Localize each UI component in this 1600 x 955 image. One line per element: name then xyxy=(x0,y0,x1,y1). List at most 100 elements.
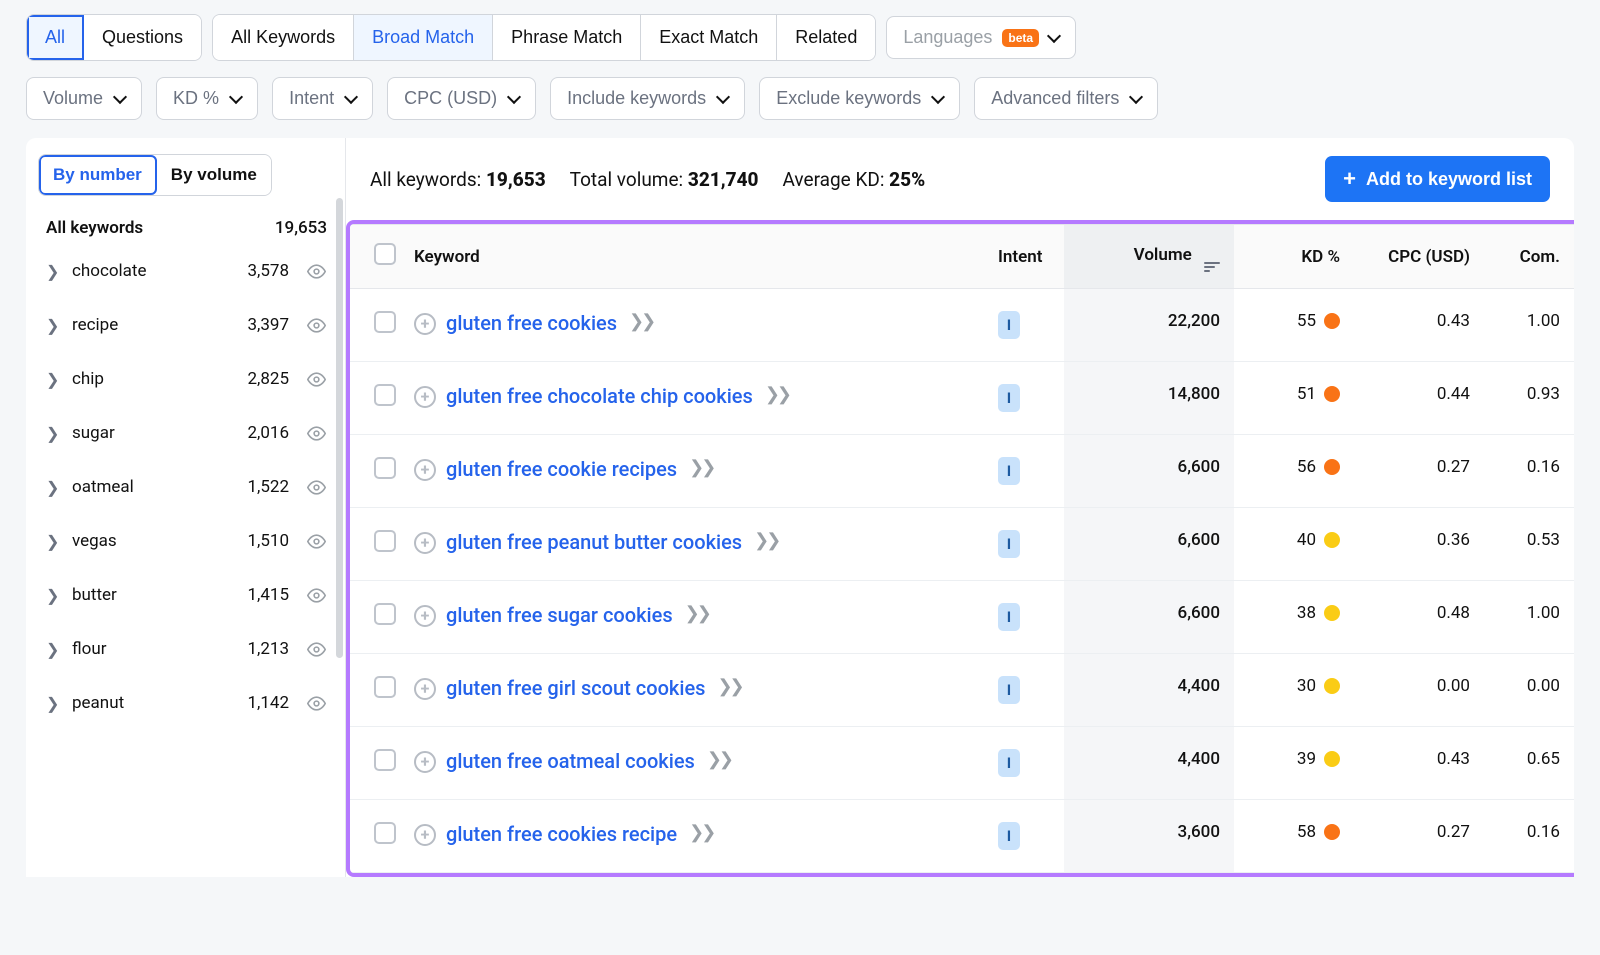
select-all-checkbox[interactable] xyxy=(374,243,396,265)
filter-exclude-keywords[interactable]: Exclude keywords xyxy=(759,77,960,120)
difficulty-dot-icon xyxy=(1324,386,1340,402)
filter-advanced-filters[interactable]: Advanced filters xyxy=(974,77,1158,120)
cpc-cell: 0.27 xyxy=(1354,435,1484,508)
chevron-right-icon: ❯ xyxy=(46,694,60,713)
sidebar-list: ❯chocolate3,578❯recipe3,397❯chip2,825❯su… xyxy=(38,244,335,730)
sidebar-term: flour xyxy=(72,639,235,659)
filter-include-keywords[interactable]: Include keywords xyxy=(550,77,745,120)
row-checkbox[interactable] xyxy=(374,457,396,479)
tab-exact-match[interactable]: Exact Match xyxy=(641,15,777,60)
expand-icon[interactable]: ❯❯ xyxy=(689,822,713,843)
add-keyword-icon[interactable]: + xyxy=(414,386,436,408)
filter-intent[interactable]: Intent xyxy=(272,77,373,120)
row-checkbox[interactable] xyxy=(374,676,396,698)
expand-icon[interactable]: ❯❯ xyxy=(629,311,653,332)
sidebar-header-count: 19,653 xyxy=(275,218,327,238)
table-row: +gluten free chocolate chip cookies❯❯I14… xyxy=(350,362,1574,435)
filter-kd-[interactable]: KD % xyxy=(156,77,258,120)
sidebar-item-peanut[interactable]: ❯peanut1,142 xyxy=(38,676,335,730)
sidebar-term: oatmeal xyxy=(72,477,235,497)
col-kd[interactable]: KD % xyxy=(1234,225,1354,289)
sort-desc-icon xyxy=(1204,262,1220,272)
kd-cell: 56 xyxy=(1297,457,1340,477)
add-keyword-icon[interactable]: + xyxy=(414,532,436,554)
tab-broad-match[interactable]: Broad Match xyxy=(354,15,493,60)
col-intent[interactable]: Intent xyxy=(984,225,1064,289)
add-keyword-icon[interactable]: + xyxy=(414,459,436,481)
com-cell: 0.93 xyxy=(1484,362,1574,435)
add-keyword-icon[interactable]: + xyxy=(414,313,436,335)
expand-icon[interactable]: ❯❯ xyxy=(717,676,741,697)
cpc-cell: 0.44 xyxy=(1354,362,1484,435)
row-checkbox[interactable] xyxy=(374,822,396,844)
eye-icon[interactable] xyxy=(305,476,327,498)
table-row: +gluten free peanut butter cookies❯❯I6,6… xyxy=(350,508,1574,581)
intent-badge: I xyxy=(998,749,1020,777)
volume-cell: 6,600 xyxy=(1064,435,1234,508)
eye-icon[interactable] xyxy=(305,692,327,714)
scrollbar[interactable] xyxy=(336,198,343,658)
eye-icon[interactable] xyxy=(305,368,327,390)
chevron-right-icon: ❯ xyxy=(46,532,60,551)
sidebar-count: 2,016 xyxy=(247,423,289,443)
summary-total-volume: Total volume: 321,740 xyxy=(570,168,759,191)
tab-related[interactable]: Related xyxy=(777,15,875,60)
sidebar-item-chip[interactable]: ❯chip2,825 xyxy=(38,352,335,406)
intent-badge: I xyxy=(998,822,1020,850)
languages-dropdown[interactable]: Languages beta xyxy=(886,16,1076,59)
sidebar-toggle-by-number[interactable]: By number xyxy=(39,155,157,195)
sidebar-count: 1,142 xyxy=(247,693,289,713)
sidebar-item-butter[interactable]: ❯butter1,415 xyxy=(38,568,335,622)
volume-cell: 22,200 xyxy=(1064,289,1234,362)
chevron-right-icon: ❯ xyxy=(46,586,60,605)
sidebar-item-recipe[interactable]: ❯recipe3,397 xyxy=(38,298,335,352)
chevron-right-icon: ❯ xyxy=(46,370,60,389)
kd-cell: 51 xyxy=(1297,384,1340,404)
chevron-down-icon xyxy=(344,89,358,103)
intent-badge: I xyxy=(998,603,1020,631)
eye-icon[interactable] xyxy=(305,530,327,552)
sidebar-toggle-by-volume[interactable]: By volume xyxy=(157,155,271,195)
sidebar-sort-toggle: By numberBy volume xyxy=(38,154,272,196)
sidebar-item-chocolate[interactable]: ❯chocolate3,578 xyxy=(38,244,335,298)
col-com[interactable]: Com. xyxy=(1484,225,1574,289)
tab-phrase-match[interactable]: Phrase Match xyxy=(493,15,641,60)
tab-all[interactable]: All xyxy=(27,15,84,60)
add-keyword-icon[interactable]: + xyxy=(414,678,436,700)
row-checkbox[interactable] xyxy=(374,530,396,552)
row-checkbox[interactable] xyxy=(374,311,396,333)
filter-cpc-usd-[interactable]: CPC (USD) xyxy=(387,77,536,120)
eye-icon[interactable] xyxy=(305,260,327,282)
difficulty-dot-icon xyxy=(1324,313,1340,329)
eye-icon[interactable] xyxy=(305,422,327,444)
expand-icon[interactable]: ❯❯ xyxy=(707,749,731,770)
row-checkbox[interactable] xyxy=(374,384,396,406)
add-keyword-icon[interactable]: + xyxy=(414,751,436,773)
add-keyword-icon[interactable]: + xyxy=(414,824,436,846)
languages-label: Languages xyxy=(903,27,992,48)
expand-icon[interactable]: ❯❯ xyxy=(754,530,778,551)
add-keyword-icon[interactable]: + xyxy=(414,605,436,627)
col-cpc[interactable]: CPC (USD) xyxy=(1354,225,1484,289)
sidebar-item-oatmeal[interactable]: ❯oatmeal1,522 xyxy=(38,460,335,514)
chevron-down-icon xyxy=(931,89,945,103)
eye-icon[interactable] xyxy=(305,314,327,336)
sidebar-item-flour[interactable]: ❯flour1,213 xyxy=(38,622,335,676)
expand-icon[interactable]: ❯❯ xyxy=(765,384,789,405)
eye-icon[interactable] xyxy=(305,584,327,606)
sidebar-item-vegas[interactable]: ❯vegas1,510 xyxy=(38,514,335,568)
sidebar-item-sugar[interactable]: ❯sugar2,016 xyxy=(38,406,335,460)
tab-all-keywords[interactable]: All Keywords xyxy=(213,15,354,60)
tab-questions[interactable]: Questions xyxy=(84,15,201,60)
col-keyword[interactable]: Keyword xyxy=(400,225,984,289)
expand-icon[interactable]: ❯❯ xyxy=(685,603,709,624)
expand-icon[interactable]: ❯❯ xyxy=(689,457,713,478)
col-volume[interactable]: Volume xyxy=(1064,225,1234,289)
eye-icon[interactable] xyxy=(305,638,327,660)
add-to-keyword-list-button[interactable]: + Add to keyword list xyxy=(1325,156,1550,202)
row-checkbox[interactable] xyxy=(374,749,396,771)
filter-volume[interactable]: Volume xyxy=(26,77,142,120)
chevron-down-icon xyxy=(716,89,730,103)
row-checkbox[interactable] xyxy=(374,603,396,625)
intent-badge: I xyxy=(998,384,1020,412)
